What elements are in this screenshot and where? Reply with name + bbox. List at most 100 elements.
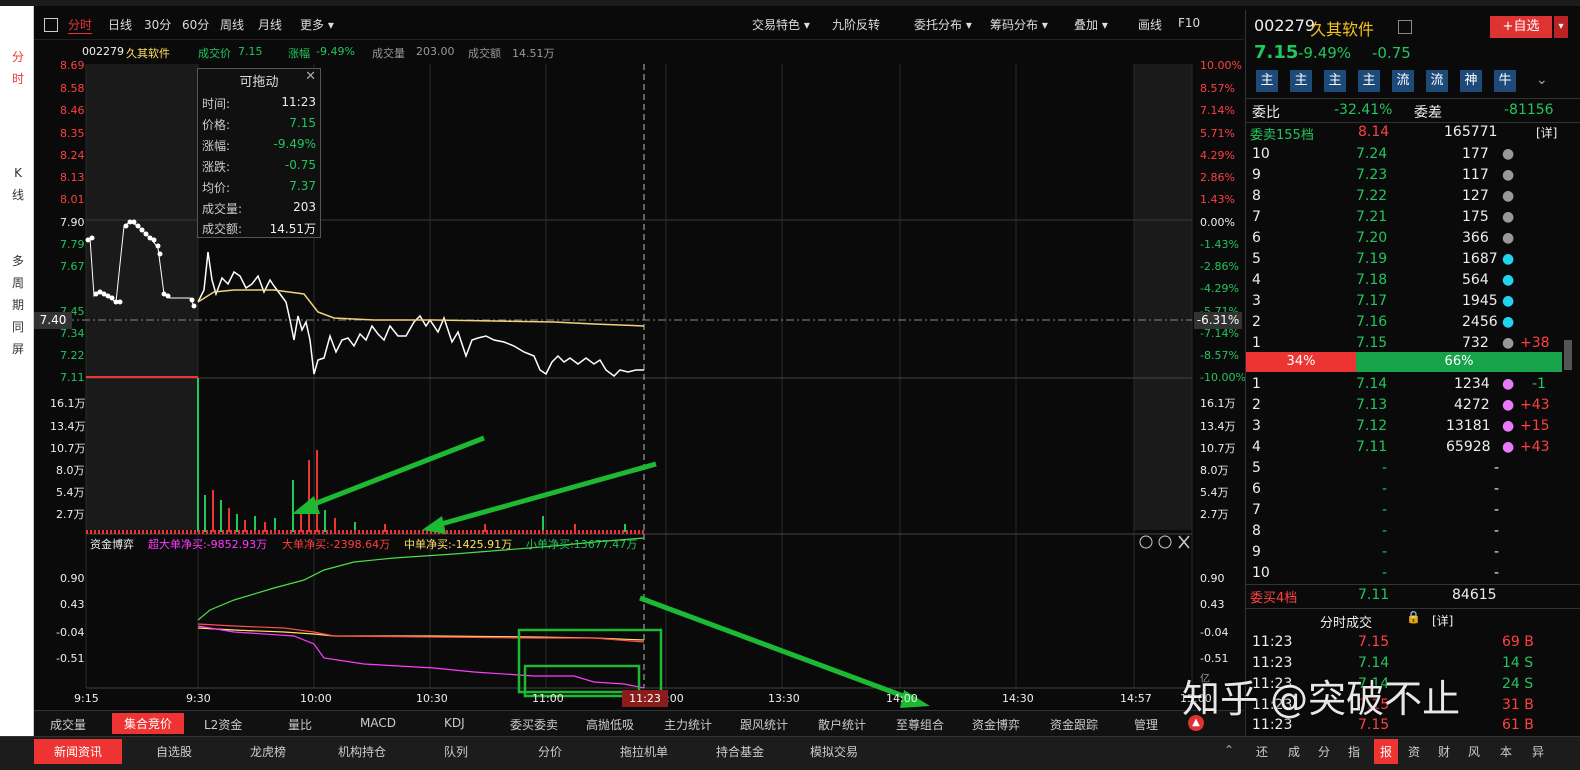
tag-flow[interactable]: 流 (1426, 70, 1448, 92)
sell-row[interactable]: 2 7.16 2456 ● (1246, 312, 1556, 333)
tab-fenshi-1[interactable]: 分 (8, 46, 28, 68)
buy-row[interactable]: 2 7.13 4272 ● +43 (1246, 395, 1556, 416)
tab-tractor[interactable]: 拖拉机单 (620, 743, 668, 760)
tab-multi-1[interactable]: 多 (8, 250, 28, 272)
buy-row[interactable]: 3 7.12 13181 ● +15 (1246, 416, 1556, 437)
buy-row[interactable]: 5-- (1246, 458, 1556, 479)
wc-value: -81156 (1504, 102, 1554, 118)
tag-bull[interactable]: 牛 (1494, 70, 1516, 92)
tab-sim-trade[interactable]: 模拟交易 (810, 743, 858, 760)
tag-main[interactable]: 主 (1358, 70, 1380, 92)
tab-follow-stats[interactable]: 跟风统计 (740, 716, 788, 733)
chip-dist-menu[interactable]: 筹码分布 ▾ (990, 16, 1048, 33)
f10-button[interactable]: F10 (1178, 16, 1200, 30)
rtab-cheng[interactable]: 成 (1288, 743, 1300, 760)
buy-row[interactable]: 10- - (1246, 563, 1556, 584)
tooltip-close-icon[interactable]: ✕ (305, 69, 316, 84)
tab-auction[interactable]: 集合竞价 (112, 713, 185, 734)
tab-fenshi-2[interactable]: 时 (8, 68, 28, 90)
tag-flow[interactable]: 流 (1392, 70, 1414, 92)
tab-l2[interactable]: L2资金 (204, 716, 242, 733)
tab-retail-stats[interactable]: 散户统计 (818, 716, 866, 733)
buy-row[interactable]: 9-- (1246, 542, 1556, 563)
tab-news[interactable]: 新闻资讯 (34, 739, 123, 764)
sell-row[interactable]: 4 7.18 564 ● (1246, 270, 1556, 291)
scrollbar[interactable] (1564, 340, 1572, 370)
tab-queue[interactable]: 队列 (444, 743, 468, 760)
collapse-icon[interactable]: ⌃ (1224, 743, 1234, 757)
rtab-cai[interactable]: 财 (1438, 743, 1450, 760)
trade-detail-link[interactable]: [详] (1432, 612, 1453, 629)
pct-tick: 0.00% (1200, 216, 1235, 229)
tab-dragon-tiger[interactable]: 龙虎榜 (250, 743, 286, 760)
lock-icon[interactable]: 🔒 (1406, 610, 1421, 624)
tab-supreme[interactable]: 至尊组合 (896, 716, 944, 733)
fund-tick-left: -0.04 (56, 626, 85, 639)
tab-fund-hold[interactable]: 持合基金 (716, 743, 764, 760)
tab-main-stats[interactable]: 主力统计 (664, 716, 712, 733)
tab-multi-4[interactable]: 同 (8, 316, 28, 338)
tab-multi-5[interactable]: 屏 (8, 338, 28, 360)
tag-god[interactable]: 神 (1460, 70, 1482, 92)
rtab-zi[interactable]: 资 (1408, 743, 1420, 760)
period-week[interactable]: 周线 (220, 16, 244, 33)
order-dist-menu[interactable]: 委托分布 ▾ (914, 16, 972, 33)
expand-chevron-icon[interactable]: ⌄ (1536, 72, 1548, 88)
sell-detail-link[interactable]: [详] (1536, 124, 1557, 141)
layout-icon[interactable] (44, 18, 58, 32)
rtab-yi[interactable]: 异 (1532, 743, 1544, 760)
tab-watchlist[interactable]: 自选股 (156, 743, 192, 760)
tab-price-dist[interactable]: 分价 (538, 743, 562, 760)
rtab-zhi[interactable]: 指 (1348, 743, 1360, 760)
period-day[interactable]: 日线 (108, 16, 132, 33)
tab-fund-game[interactable]: 资金博弈 (972, 716, 1020, 733)
tab-bid-ask[interactable]: 委买委卖 (510, 716, 558, 733)
tag-main[interactable]: 主 (1324, 70, 1346, 92)
buy-row[interactable]: 7-- (1246, 500, 1556, 521)
rtab-ben[interactable]: 本 (1500, 743, 1512, 760)
sell-row[interactable]: 6 7.20 366 ● (1246, 228, 1556, 249)
tab-volume[interactable]: 成交量 (50, 716, 86, 733)
tab-macd[interactable]: MACD (360, 716, 396, 730)
rtab-feng[interactable]: 风 (1468, 743, 1480, 760)
trade-feature-menu[interactable]: 交易特色 ▾ (752, 16, 810, 33)
nine-reversal[interactable]: 九阶反转 (832, 16, 880, 33)
sell-row[interactable]: 8 7.22 127 ● (1246, 186, 1556, 207)
buy-row[interactable]: 1 7.14 1234 ● -1 (1246, 374, 1556, 395)
draw-line[interactable]: 画线 (1138, 16, 1162, 33)
sell-row[interactable]: 7 7.21 175 ● (1246, 207, 1556, 228)
more-menu[interactable]: 更多 ▾ (300, 16, 334, 33)
period-fenshi[interactable]: 分时 (68, 16, 93, 34)
period-30m[interactable]: 30分 (144, 16, 171, 33)
data-tooltip[interactable]: 可拖动 ✕ 时间: 11:23 价格: 7.15 涨幅: -9.49% 涨跌: -0.7… (197, 68, 321, 238)
period-month[interactable]: 月线 (258, 16, 282, 33)
rtab-huan[interactable]: 还 (1256, 743, 1268, 760)
tag-main[interactable]: 主 (1290, 70, 1312, 92)
tab-high-low[interactable]: 高抛低吸 (586, 716, 634, 733)
sell-row[interactable]: 1 7.15 732 ● +38 (1246, 333, 1556, 354)
tab-multi-2[interactable]: 周 (8, 272, 28, 294)
watchlist-dropdown-icon[interactable]: ▾ (1554, 16, 1568, 38)
tab-multi-3[interactable]: 期 (8, 294, 28, 316)
tab-fund-track[interactable]: 资金跟踪 (1050, 716, 1098, 733)
sell-row[interactable]: 3 7.17 1945 ● (1246, 291, 1556, 312)
overlay-menu[interactable]: 叠加 ▾ (1074, 16, 1108, 33)
tab-manage[interactable]: 管理 (1134, 716, 1158, 733)
rtab-fen[interactable]: 分 (1318, 743, 1330, 760)
tab-kline-2[interactable]: 线 (8, 184, 28, 206)
sell-row[interactable]: 9 7.23 117 ● (1246, 165, 1556, 186)
sell-row[interactable]: 5 7.19 1687 ● (1246, 249, 1556, 270)
rtab-bao[interactable]: 报 (1374, 739, 1399, 764)
buy-row[interactable]: 6-- (1246, 479, 1556, 500)
tab-ratio[interactable]: 量比 (288, 716, 312, 733)
tag-main[interactable]: 主 (1256, 70, 1278, 92)
tab-kline-1[interactable]: K (8, 162, 28, 184)
tab-kdj[interactable]: KDJ (444, 716, 465, 730)
add-watchlist-button[interactable]: +自选 (1490, 16, 1552, 38)
tab-institution[interactable]: 机构持仓 (338, 743, 386, 760)
buy-row[interactable]: 8-- (1246, 521, 1556, 542)
lock-icon[interactable] (1398, 20, 1412, 34)
sell-row[interactable]: 10 7.24 177 ● (1246, 144, 1556, 165)
buy-row[interactable]: 4 7.11 65928 ● +43 (1246, 437, 1556, 458)
period-60m[interactable]: 60分 (182, 16, 209, 33)
